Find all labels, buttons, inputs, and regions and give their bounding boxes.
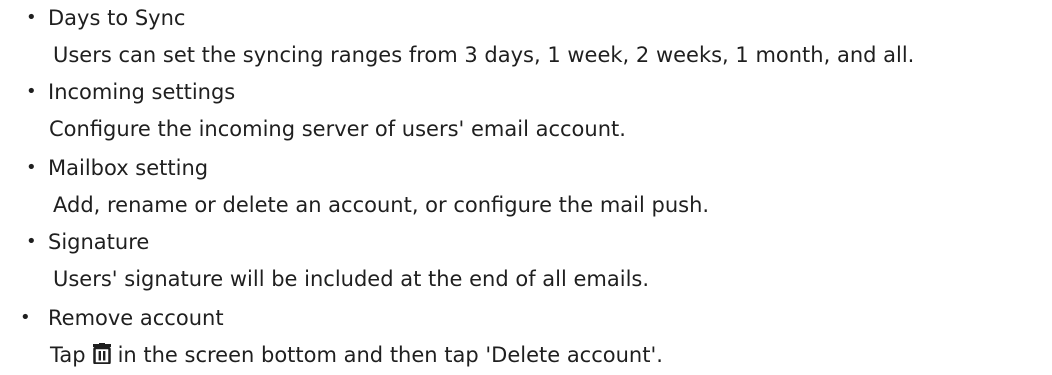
bullet: • [26, 157, 37, 178]
item-description: Add, rename or delete an account, or con… [53, 193, 710, 217]
description-text-before-icon: Tap [50, 343, 86, 367]
item-description: Configure the incoming server of users' … [49, 117, 626, 141]
item-title: Incoming settings [48, 80, 236, 104]
bullet: • [26, 7, 37, 28]
description-text-after-icon: in the screen bottom and then tap 'Delet… [117, 343, 663, 367]
bullet: • [26, 231, 37, 252]
item-description: Users can set the syncing ranges from 3 … [53, 43, 915, 67]
item-title: Days to Sync [48, 6, 186, 30]
bullet: • [26, 81, 37, 102]
item-description: Users' signature will be included at the… [53, 267, 650, 291]
item-title: Signature [48, 230, 150, 254]
item-title: Mailbox setting [48, 156, 209, 180]
bullet: • [20, 307, 31, 328]
trash-icon [92, 343, 112, 370]
item-title: Remove account [48, 306, 224, 330]
item-description: Tap in the screen bottom and then tap 'D… [50, 342, 663, 370]
